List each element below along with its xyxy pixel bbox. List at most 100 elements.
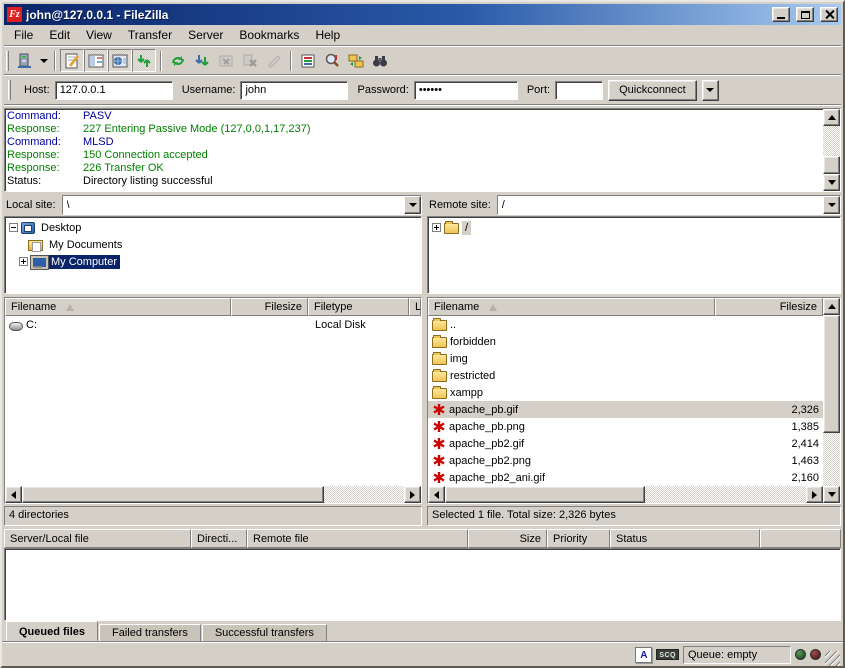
- scroll-right-button[interactable]: [404, 486, 421, 503]
- tree-item-my-documents[interactable]: My Documents: [9, 236, 421, 253]
- queue-list[interactable]: [4, 548, 841, 621]
- refresh-button[interactable]: [166, 49, 190, 72]
- site-manager-dropdown-button[interactable]: [37, 49, 50, 72]
- username-input[interactable]: [240, 81, 348, 100]
- process-queue-button[interactable]: [190, 49, 214, 72]
- find-files-button[interactable]: [368, 49, 392, 72]
- scroll-down-button[interactable]: [823, 174, 840, 191]
- column-filename[interactable]: Filename: [5, 298, 231, 316]
- local-site-dropdown-button[interactable]: [404, 196, 421, 214]
- reconnect-button[interactable]: [262, 49, 286, 72]
- quickconnect-dropdown-button[interactable]: [702, 80, 719, 101]
- tab-failed-transfers[interactable]: Failed transfers: [99, 624, 201, 641]
- expand-icon[interactable]: [19, 257, 28, 266]
- remote-site-combo[interactable]: [497, 195, 841, 215]
- transfer-type-icon[interactable]: A: [635, 647, 652, 663]
- local-site-combo[interactable]: [62, 195, 422, 215]
- tree-item-desktop[interactable]: Desktop: [9, 219, 421, 236]
- file-row[interactable]: apache_pb2.png 1,463: [428, 452, 823, 469]
- quickconnect-gripper[interactable]: [8, 80, 11, 100]
- scroll-up-button[interactable]: [823, 109, 840, 126]
- site-manager-button[interactable]: [13, 49, 37, 72]
- disconnect-button[interactable]: [238, 49, 262, 72]
- file-row[interactable]: xampp: [428, 384, 823, 401]
- file-row[interactable]: img: [428, 350, 823, 367]
- tab-successful-transfers[interactable]: Successful transfers: [202, 624, 327, 641]
- log-line: Response:226 Transfer OK: [7, 162, 821, 175]
- filter-button[interactable]: [296, 49, 320, 72]
- menu-bookmarks[interactable]: Bookmarks: [231, 26, 307, 44]
- column-size[interactable]: Size: [468, 529, 547, 548]
- menu-file[interactable]: File: [6, 26, 41, 44]
- port-input[interactable]: [555, 81, 603, 100]
- maximize-button[interactable]: [796, 7, 814, 22]
- scroll-right-button[interactable]: [806, 486, 823, 503]
- separator: [290, 51, 292, 71]
- scroll-thumb[interactable]: [823, 315, 840, 433]
- expand-icon[interactable]: [432, 223, 441, 232]
- cancel-operation-button[interactable]: [214, 49, 238, 72]
- scroll-thumb[interactable]: [445, 486, 645, 503]
- remote-tree-icon: [112, 53, 128, 69]
- column-empty: [760, 529, 841, 548]
- synchronized-browsing-button[interactable]: [344, 49, 368, 72]
- message-log: Command:PASV Response:227 Entering Passi…: [5, 109, 823, 191]
- column-server-local-file[interactable]: Server/Local file: [4, 529, 191, 548]
- minimize-button[interactable]: [772, 7, 790, 22]
- file-row[interactable]: apache_pb.png 1,385: [428, 418, 823, 435]
- column-filesize[interactable]: Filesize: [231, 298, 308, 316]
- column-filesize[interactable]: Filesize: [715, 298, 823, 316]
- resize-grip[interactable]: [825, 651, 840, 666]
- close-button[interactable]: [820, 7, 838, 22]
- tree-item-root[interactable]: /: [432, 219, 840, 236]
- file-row[interactable]: apache_pb.gif 2,326: [428, 401, 823, 418]
- toggle-local-tree-button[interactable]: [84, 49, 108, 72]
- message-log-scrollbar[interactable]: [823, 109, 840, 191]
- scroll-down-button[interactable]: [823, 486, 840, 503]
- column-direction[interactable]: Directi...: [191, 529, 247, 548]
- column-remote-file[interactable]: Remote file: [247, 529, 468, 548]
- file-row[interactable]: forbidden: [428, 333, 823, 350]
- remote-horizontal-scrollbar[interactable]: [428, 486, 823, 503]
- remote-site-input[interactable]: [498, 196, 823, 214]
- file-row-c-drive[interactable]: C: Local Disk: [5, 316, 421, 333]
- local-site-input[interactable]: [63, 196, 404, 214]
- toggle-transfer-queue-button[interactable]: [132, 49, 156, 72]
- toolbar-gripper[interactable]: [6, 51, 9, 71]
- remote-site-dropdown-button[interactable]: [823, 196, 840, 214]
- arrow-left-icon: [11, 491, 16, 499]
- toggle-message-log-button[interactable]: [60, 49, 84, 72]
- column-filetype[interactable]: Filetype: [308, 298, 409, 316]
- encryption-indicator-icon[interactable]: SCQ: [656, 649, 679, 660]
- menu-view[interactable]: View: [78, 26, 120, 44]
- remote-vertical-scrollbar[interactable]: [823, 298, 840, 503]
- toggle-remote-tree-button[interactable]: [108, 49, 132, 72]
- local-site-label: Local site:: [4, 199, 58, 211]
- menu-help[interactable]: Help: [307, 26, 348, 44]
- file-row[interactable]: restricted: [428, 367, 823, 384]
- menu-edit[interactable]: Edit: [41, 26, 78, 44]
- tree-item-my-computer[interactable]: My Computer: [9, 253, 421, 270]
- column-priority[interactable]: Priority: [547, 529, 610, 548]
- file-row[interactable]: ..: [428, 316, 823, 333]
- password-input[interactable]: [414, 81, 518, 100]
- column-filename[interactable]: Filename: [428, 298, 715, 316]
- scroll-left-button[interactable]: [428, 486, 445, 503]
- scroll-up-button[interactable]: [823, 298, 840, 315]
- browser-panes: Local site: Desktop My Documents: [4, 194, 841, 526]
- local-horizontal-scrollbar[interactable]: [5, 486, 421, 503]
- scroll-thumb[interactable]: [823, 156, 840, 174]
- tab-queued-files[interactable]: Queued files: [6, 621, 98, 641]
- column-status[interactable]: Status: [610, 529, 760, 548]
- file-row[interactable]: apache_pb2.gif 2,414: [428, 435, 823, 452]
- menu-transfer[interactable]: Transfer: [120, 26, 180, 44]
- file-row[interactable]: apache_pb2_ani.gif 2,160: [428, 469, 823, 486]
- quickconnect-button[interactable]: Quickconnect: [608, 80, 697, 101]
- menu-server[interactable]: Server: [180, 26, 231, 44]
- directory-comparison-button[interactable]: [320, 49, 344, 72]
- scroll-thumb[interactable]: [22, 486, 324, 503]
- host-input[interactable]: [55, 81, 173, 100]
- collapse-icon[interactable]: [9, 223, 18, 232]
- scroll-left-button[interactable]: [5, 486, 22, 503]
- column-last-modified[interactable]: L: [409, 298, 421, 316]
